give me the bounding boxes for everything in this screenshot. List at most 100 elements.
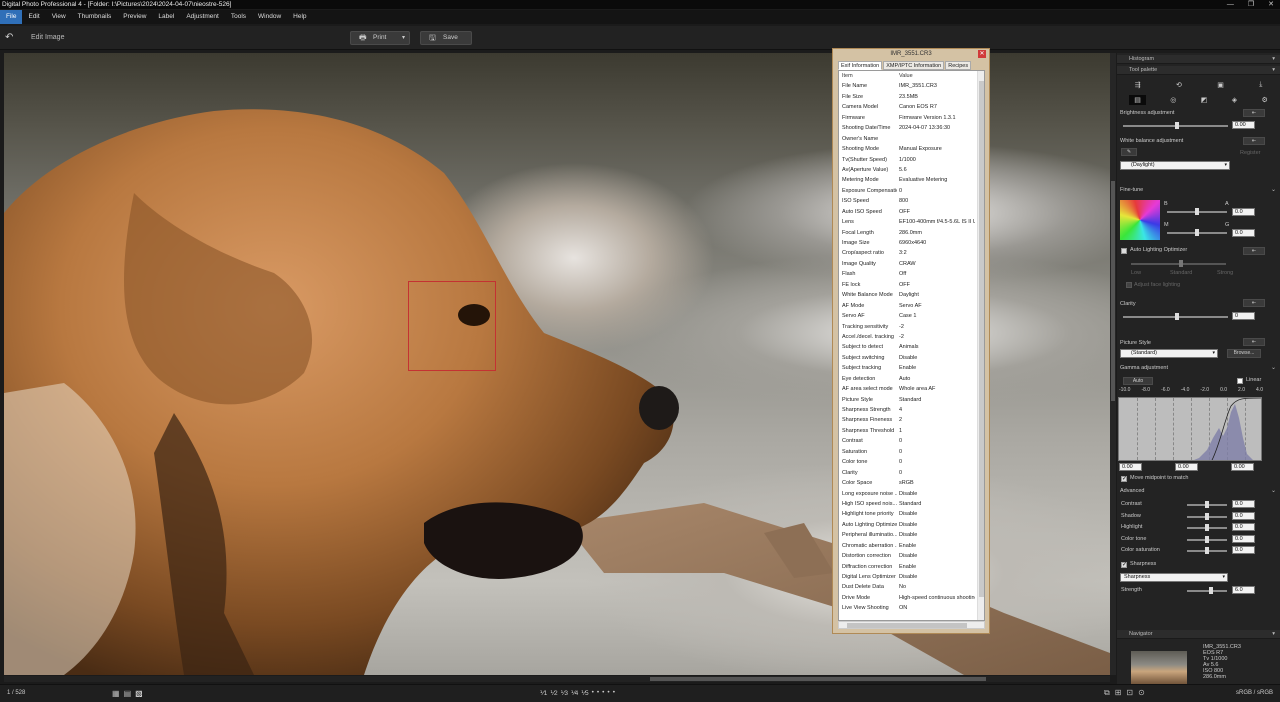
back-icon[interactable]: ↶ — [5, 32, 13, 43]
slider-knob[interactable] — [1195, 208, 1199, 215]
exif-row[interactable]: White Balance Mode Daylight — [839, 290, 984, 300]
exif-row[interactable]: Auto ISO Speed OFF — [839, 207, 984, 217]
scroll-thumb[interactable] — [650, 677, 986, 681]
exif-row[interactable]: Peripheral illuminatio... Disable — [839, 530, 984, 540]
column-value[interactable]: Value — [897, 71, 975, 81]
mg-input[interactable]: 0.0 — [1232, 229, 1255, 237]
preview-horizontal-scrollbar[interactable] — [4, 676, 1110, 682]
exif-row[interactable]: Image Size 6960x4640 — [839, 238, 984, 248]
slider-knob[interactable] — [1195, 229, 1199, 236]
scroll-thumb[interactable] — [847, 623, 967, 628]
close-button[interactable]: ✕ — [1268, 0, 1274, 9]
alo-checkbox[interactable] — [1121, 248, 1127, 254]
exif-row[interactable]: Tracking sensitivity -2 — [839, 322, 984, 332]
advanced-row-slider[interactable] — [1187, 501, 1227, 508]
exif-row[interactable]: Highlight tone priority Disable — [839, 509, 984, 519]
single-view-icon[interactable]: ▧ — [135, 689, 143, 698]
gamma-histogram[interactable] — [1118, 397, 1262, 461]
exif-row[interactable]: Shooting Mode Manual Exposure — [839, 144, 984, 154]
scroll-thumb[interactable] — [979, 81, 984, 597]
tool-palette-header[interactable]: Tool palette ▾ — [1117, 66, 1280, 75]
rotate-icon[interactable]: ⟲ — [1176, 81, 1182, 89]
collapse-icon[interactable]: ⌄ — [1271, 487, 1276, 494]
exif-row[interactable]: Camera Model Canon EOS R7 — [839, 102, 984, 112]
wb-register-button[interactable]: Register — [1240, 150, 1260, 156]
menu-file[interactable]: File — [0, 10, 23, 24]
exif-row[interactable]: AF Mode Servo AF — [839, 301, 984, 311]
grid-view-icon[interactable]: ▦ — [112, 689, 120, 698]
tab-xmp-iptc[interactable]: XMP/IPTC Information — [883, 61, 945, 70]
slider-knob[interactable] — [1205, 524, 1209, 531]
exif-row[interactable]: Saturation 0 — [839, 447, 984, 457]
exif-row[interactable]: Crop/aspect ratio 3:2 — [839, 248, 984, 258]
label-3-icon[interactable]: ⅟3 — [561, 689, 568, 697]
exif-row[interactable]: Color tone 0 — [839, 457, 984, 467]
clarity-slider[interactable] — [1123, 313, 1228, 320]
exif-row[interactable]: Contrast 0 — [839, 436, 984, 446]
exif-row[interactable]: Accel./decel. tracking -2 — [839, 332, 984, 342]
mg-slider[interactable] — [1167, 229, 1227, 236]
histogram-header[interactable]: Histogram ▾ — [1117, 55, 1280, 64]
advanced-row-input[interactable]: 0.0 — [1232, 546, 1255, 554]
advanced-row-slider[interactable] — [1187, 547, 1227, 554]
exif-row[interactable]: AF area select mode Whole area AF — [839, 384, 984, 394]
picture-style-select[interactable]: (Standard) ▾ — [1120, 349, 1218, 358]
star-icon[interactable]: • — [597, 689, 599, 697]
exif-row[interactable]: Subject to detect Animals — [839, 342, 984, 352]
exif-row[interactable]: Picture Style Standard — [839, 395, 984, 405]
strength-slider[interactable] — [1187, 587, 1227, 594]
exif-row[interactable]: Digital Lens Optimizer Disable — [839, 572, 984, 582]
exif-row[interactable]: Tv(Shutter Speed) 1/1000 — [839, 155, 984, 165]
sharpness-select[interactable]: Sharpness ▾ — [1120, 573, 1228, 582]
menu-help[interactable]: Help — [287, 10, 312, 24]
slider-knob[interactable] — [1205, 547, 1209, 554]
browse-button[interactable]: Browse... — [1227, 349, 1261, 358]
clarity-input[interactable]: 0 — [1232, 312, 1255, 320]
exif-row[interactable]: Color Space sRGB — [839, 478, 984, 488]
slider-knob[interactable] — [1205, 535, 1209, 543]
grid-overlay-icon[interactable]: ⊞ — [1115, 688, 1122, 698]
exif-row[interactable]: Eye detection Auto — [839, 374, 984, 384]
exif-row[interactable]: Distortion correction Disable — [839, 551, 984, 561]
slider-knob[interactable] — [1175, 313, 1179, 320]
pin-icon[interactable]: ▾ — [1272, 66, 1275, 75]
exif-row[interactable]: Flash Off — [839, 269, 984, 279]
menu-thumbnails[interactable]: Thumbnails — [72, 10, 118, 24]
color-wheel[interactable] — [1120, 200, 1160, 240]
exif-row[interactable]: Sharpness Threshold 1 — [839, 426, 984, 436]
exif-close-button[interactable]: ✕ — [978, 50, 986, 58]
advanced-row-slider[interactable] — [1187, 512, 1227, 520]
auto-button[interactable]: Auto — [1123, 377, 1153, 385]
exif-row[interactable]: Subject switching Disable — [839, 353, 984, 363]
tab-detail-icon[interactable]: ◎ — [1170, 96, 1176, 104]
exif-row[interactable]: Long exposure noise ... Disable — [839, 489, 984, 499]
label-2-icon[interactable]: ⅟2 — [550, 689, 557, 697]
preview-vertical-scrollbar[interactable] — [1110, 53, 1116, 675]
tab-color-icon[interactable]: ◈ — [1232, 96, 1237, 104]
reset-button[interactable]: ⇤ — [1243, 137, 1265, 145]
tab-exif-information[interactable]: Exif Information — [838, 61, 883, 70]
stamp-icon[interactable]: ⤓ — [1259, 81, 1262, 89]
exif-row[interactable]: Firmware Firmware Version 1.3.1 — [839, 113, 984, 123]
label-5-icon[interactable]: ⅟5 — [581, 689, 588, 697]
advanced-row-input[interactable]: 0.0 — [1232, 523, 1255, 531]
advanced-row-slider[interactable] — [1187, 524, 1227, 531]
navigator-header[interactable]: Navigator ▾ — [1117, 630, 1280, 639]
exif-row[interactable]: Clarity 0 — [839, 468, 984, 478]
chevron-down-icon[interactable]: ▾ — [402, 32, 405, 44]
tab-recipes[interactable]: Recipes — [945, 61, 972, 70]
brightness-slider[interactable] — [1123, 122, 1228, 129]
compare-icon[interactable]: ⇶ — [1135, 81, 1141, 89]
scroll-thumb[interactable] — [1111, 181, 1115, 401]
menu-adjustment[interactable]: Adjustment — [180, 10, 225, 24]
face-lighting-checkbox[interactable] — [1126, 282, 1132, 288]
star-icon[interactable]: • — [602, 689, 604, 697]
collapse-icon[interactable]: ⌄ — [1271, 364, 1276, 371]
reset-button[interactable]: ⇤ — [1243, 247, 1265, 255]
star-icon[interactable]: • — [607, 689, 609, 697]
exif-row[interactable]: File Size 23.5MB — [839, 92, 984, 102]
exif-row[interactable]: Sharpness Strength 4 — [839, 405, 984, 415]
tab-basic-icon[interactable]: ▤ — [1129, 95, 1146, 105]
alo-slider[interactable] — [1131, 260, 1226, 267]
advanced-row-input[interactable]: 0.0 — [1232, 511, 1255, 520]
